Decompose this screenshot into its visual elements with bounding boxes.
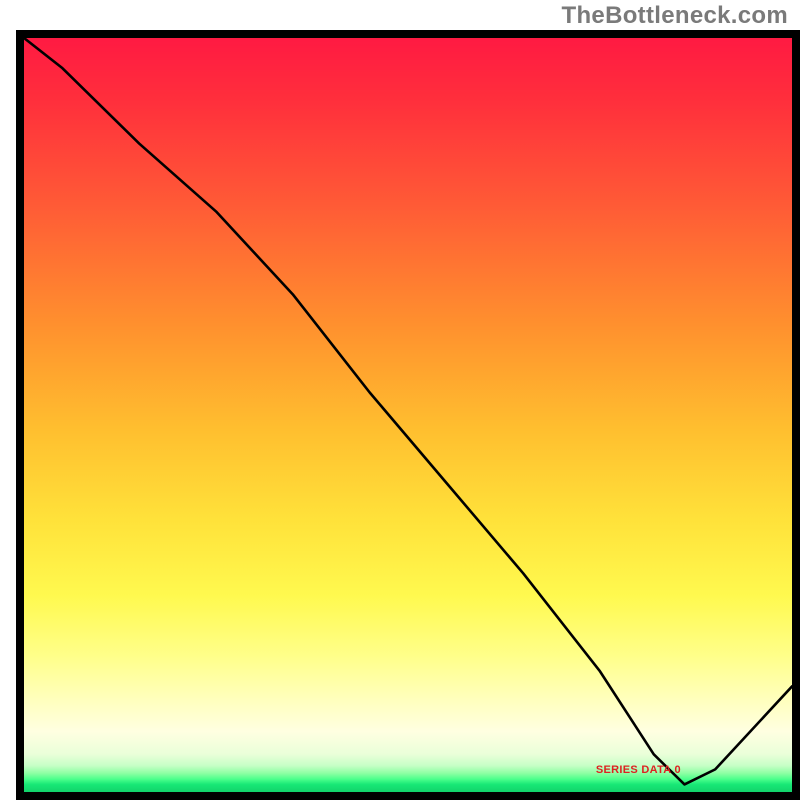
watermark-text: TheBottleneck.com (562, 2, 788, 30)
chart-stage: TheBottleneck.com SERIES DATA 0 (0, 0, 800, 800)
chart-svg: SERIES DATA 0 (24, 38, 792, 792)
series-label: SERIES DATA 0 (596, 764, 681, 776)
plot-frame: SERIES DATA 0 (16, 30, 800, 800)
bottleneck-curve (24, 38, 792, 784)
